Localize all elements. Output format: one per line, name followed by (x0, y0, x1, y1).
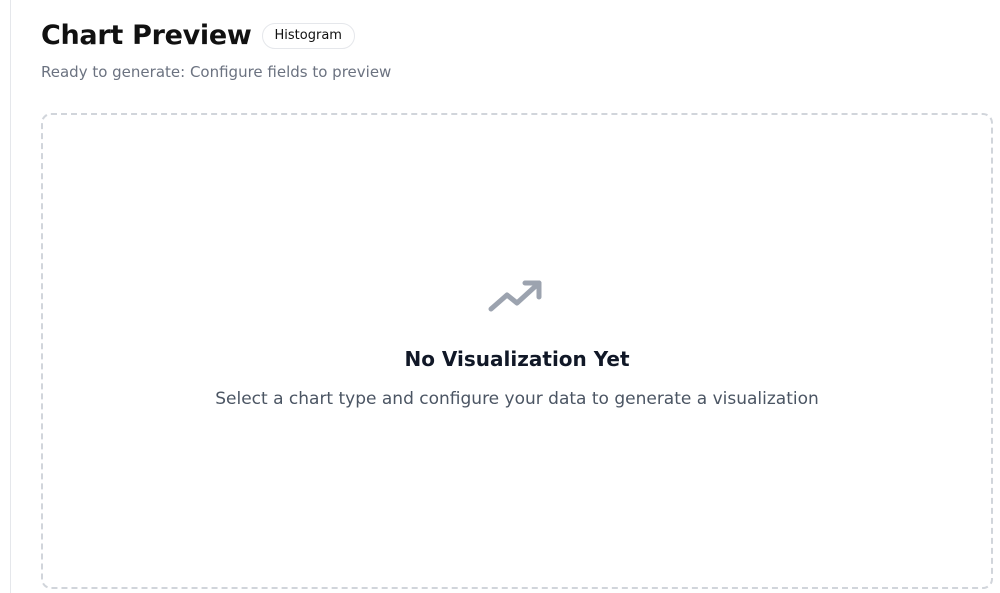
empty-state: No Visualization Yet Select a chart type… (43, 275, 991, 411)
empty-state-title: No Visualization Yet (404, 347, 630, 371)
panel-divider (10, 0, 11, 593)
visualization-placeholder: No Visualization Yet Select a chart type… (41, 113, 993, 589)
empty-state-description: Select a chart type and configure your d… (215, 389, 819, 409)
page-title: Chart Preview (41, 20, 252, 51)
chart-preview-panel: Chart Preview Histogram Ready to generat… (0, 0, 1000, 593)
trending-up-icon (488, 280, 542, 312)
status-text: Ready to generate: Configure fields to p… (41, 63, 392, 81)
chart-type-badge: Histogram (261, 23, 355, 49)
preview-header: Chart Preview Histogram (41, 18, 355, 54)
